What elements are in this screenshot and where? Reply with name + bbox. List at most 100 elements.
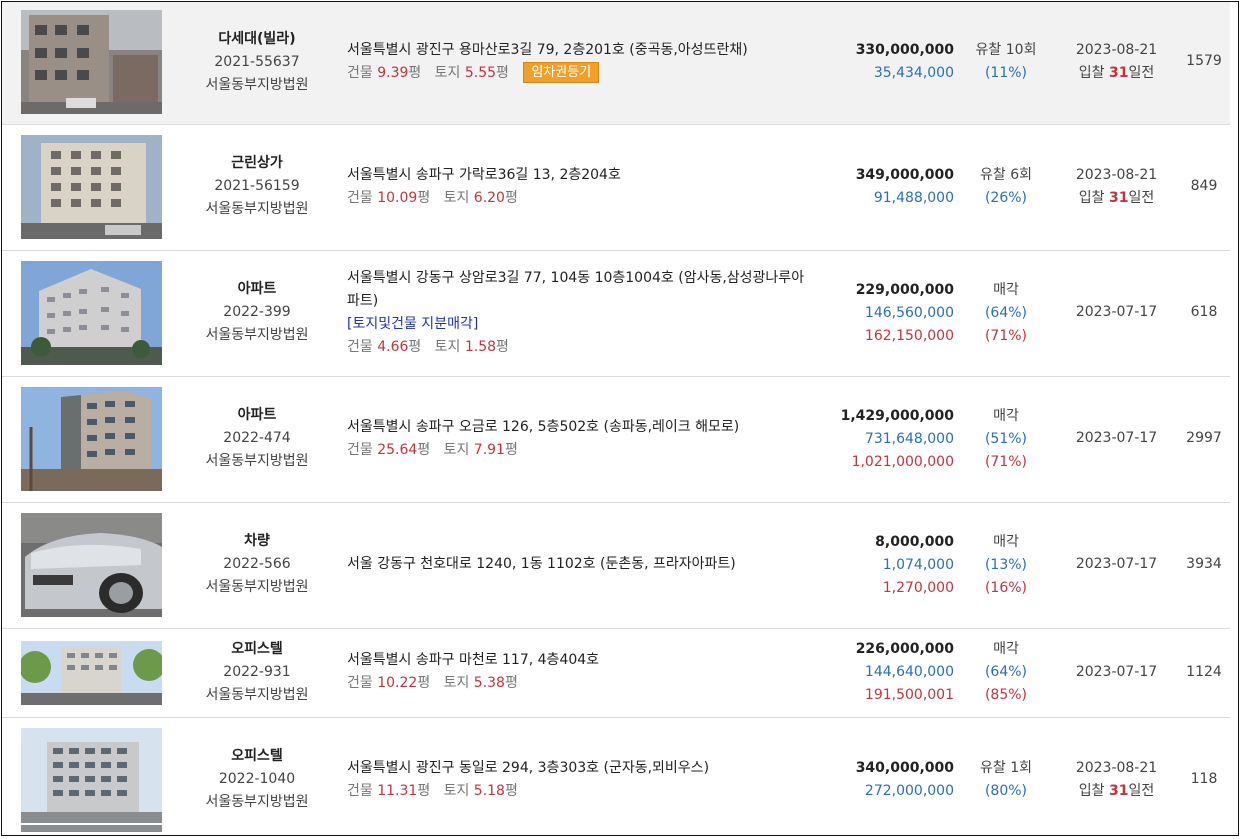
- area-unit: 평: [408, 65, 422, 81]
- land-label: 토지: [434, 339, 461, 355]
- case-number[interactable]: 2022-1040: [164, 768, 350, 791]
- property-type: 아파트: [237, 281, 277, 297]
- auction-date: 2023-08-21: [1075, 760, 1158, 776]
- building-area: 10.22: [377, 675, 418, 691]
- area-info: 건물 10.09평 토지 6.20평: [347, 187, 817, 210]
- property-photo[interactable]: [21, 135, 162, 239]
- court-name: 서울동부지방법원: [205, 201, 309, 217]
- table-row[interactable]: 오피스텔 2022-1040 서울동부지방법원 서울특별시 광진구 동일로 29…: [2, 718, 1230, 835]
- building-label: 건물: [347, 65, 373, 81]
- auction-date: 2023-08-21: [1075, 42, 1158, 58]
- bid-days: 31: [1108, 783, 1129, 799]
- address[interactable]: 서울특별시 광진구 동일로 294, 3층303호 (군자동,뫼비우스): [347, 757, 817, 780]
- table-row[interactable]: 근린상가 2021-56159 서울동부지방법원 서울특별시 송파구 가락로36…: [2, 125, 1230, 251]
- sale-price: 1,270,000: [882, 580, 954, 596]
- land-label: 토지: [434, 65, 461, 81]
- address[interactable]: 서울특별시 광진구 용마산로3길 79, 2층201호 (중곡동,아성뜨란채): [347, 39, 817, 62]
- address[interactable]: 서울특별시 송파구 마천로 117, 4층404호: [347, 649, 817, 672]
- bid-suffix: 일전: [1128, 783, 1155, 799]
- property-photo[interactable]: [21, 641, 162, 705]
- table-row[interactable]: 오피스텔 2022-931 서울동부지방법원 서울특별시 송파구 마천로 117…: [2, 629, 1230, 718]
- appraisal-price: 330,000,000: [855, 42, 954, 58]
- minimum-bid-ratio: (51%): [984, 431, 1028, 447]
- bid-countdown: 입찰 31일전: [1060, 62, 1173, 85]
- auction-date: 2023-07-17: [1075, 556, 1158, 572]
- case-number[interactable]: 2022-931: [164, 661, 350, 684]
- bid-suffix: 일전: [1128, 190, 1155, 206]
- court-name: 서울동부지방법원: [205, 77, 309, 93]
- area-unit: 평: [496, 65, 509, 81]
- appraisal-price: 226,000,000: [855, 641, 954, 657]
- property-photo[interactable]: [21, 10, 162, 114]
- building-label: 건물: [347, 339, 373, 355]
- court-name: 서울동부지방법원: [205, 579, 309, 595]
- address[interactable]: 서울특별시 송파구 가락로36길 13, 2층204호: [347, 164, 817, 187]
- building-label: 건물: [347, 783, 373, 799]
- minimum-bid-ratio: (80%): [984, 783, 1028, 799]
- property-type: 오피스텔: [231, 748, 283, 764]
- case-number[interactable]: 2022-399: [164, 301, 350, 324]
- minimum-bid-price: 272,000,000: [864, 783, 954, 799]
- auction-status: 유찰 10회: [975, 42, 1037, 58]
- auction-list: 다세대(빌라) 2021-55637 서울동부지방법원 서울특별시 광진구 용마…: [1, 1, 1239, 836]
- minimum-bid-price: 146,560,000: [864, 305, 954, 321]
- auction-date-cell: 2023-08-21 입찰 31일전: [1060, 757, 1173, 803]
- area-unit: 평: [417, 783, 431, 799]
- sale-price: 162,150,000: [864, 328, 954, 344]
- bid-prefix: 입찰: [1078, 65, 1105, 81]
- lease-registration-badge: 임차권등기: [523, 62, 600, 83]
- minimum-bid-ratio: (64%): [984, 305, 1028, 321]
- area-unit: 평: [417, 442, 431, 458]
- building-label: 건물: [347, 675, 373, 691]
- area-unit: 평: [504, 783, 518, 799]
- minimum-bid-price: 35,434,000: [873, 65, 954, 81]
- auction-date: 2023-07-17: [1075, 664, 1158, 680]
- bid-suffix: 일전: [1128, 65, 1155, 81]
- appraisal-price: 229,000,000: [855, 282, 954, 298]
- minimum-bid-price: 1,074,000: [882, 557, 954, 573]
- building-area: 10.09: [377, 190, 418, 206]
- case-number[interactable]: 2021-56159: [164, 175, 350, 198]
- property-photo[interactable]: [21, 513, 162, 617]
- auction-status: 매각: [993, 641, 1019, 657]
- minimum-bid-ratio: (11%): [984, 65, 1028, 81]
- case-number[interactable]: 2022-566: [164, 553, 350, 576]
- appraisal-price: 340,000,000: [855, 760, 954, 776]
- table-row[interactable]: 아파트 2022-399 서울동부지방법원 서울특별시 강동구 상암로3길 77…: [2, 251, 1230, 377]
- bid-days: 31: [1108, 190, 1129, 206]
- court-name: 서울동부지방법원: [205, 794, 309, 810]
- view-count: 849: [1190, 178, 1218, 194]
- property-type: 아파트: [237, 407, 277, 423]
- appraisal-price: 349,000,000: [855, 167, 954, 183]
- property-type: 차량: [244, 533, 270, 549]
- property-type: 오피스텔: [231, 641, 283, 657]
- bid-countdown: 입찰 31일전: [1060, 187, 1173, 210]
- address[interactable]: 서울특별시 송파구 오금로 126, 5층502호 (송파동,레이크 해모로): [347, 416, 817, 439]
- view-count: 618: [1190, 304, 1218, 320]
- land-label: 토지: [443, 442, 470, 458]
- land-area: 1.58: [464, 339, 497, 355]
- view-count: 2997: [1186, 430, 1222, 446]
- table-row[interactable]: 다세대(빌라) 2021-55637 서울동부지방법원 서울특별시 광진구 용마…: [2, 2, 1230, 125]
- building-label: 건물: [347, 442, 373, 458]
- address[interactable]: 서울특별시 강동구 상암로3길 77, 104동 10층1004호 (암사동,삼…: [347, 267, 807, 313]
- auction-status: 매각: [993, 282, 1019, 298]
- auction-date: 2023-07-17: [1075, 430, 1158, 446]
- sale-ratio: (71%): [984, 454, 1028, 470]
- view-count: 1124: [1186, 664, 1222, 680]
- property-type: 근린상가: [231, 155, 283, 171]
- table-row[interactable]: 차량 2022-566 서울동부지방법원 서울 강동구 천호대로 1240, 1…: [2, 503, 1230, 629]
- auction-status: 매각: [993, 534, 1019, 550]
- property-photo[interactable]: [21, 728, 162, 832]
- address[interactable]: 서울 강동구 천호대로 1240, 1동 1102호 (둔촌동, 프라자아파트): [347, 553, 817, 576]
- case-number[interactable]: 2022-474: [164, 427, 350, 450]
- property-photo[interactable]: [21, 261, 162, 365]
- bid-days: 31: [1108, 65, 1129, 81]
- property-type: 다세대(빌라): [218, 31, 296, 47]
- case-number[interactable]: 2021-55637: [164, 51, 350, 74]
- area-info: 건물 4.66평 토지 1.58평: [347, 336, 807, 359]
- court-name: 서울동부지방법원: [205, 453, 309, 469]
- table-row[interactable]: 아파트 2022-474 서울동부지방법원 서울특별시 송파구 오금로 126,…: [2, 377, 1230, 503]
- property-photo[interactable]: [21, 387, 162, 491]
- minimum-bid-price: 91,488,000: [873, 190, 954, 206]
